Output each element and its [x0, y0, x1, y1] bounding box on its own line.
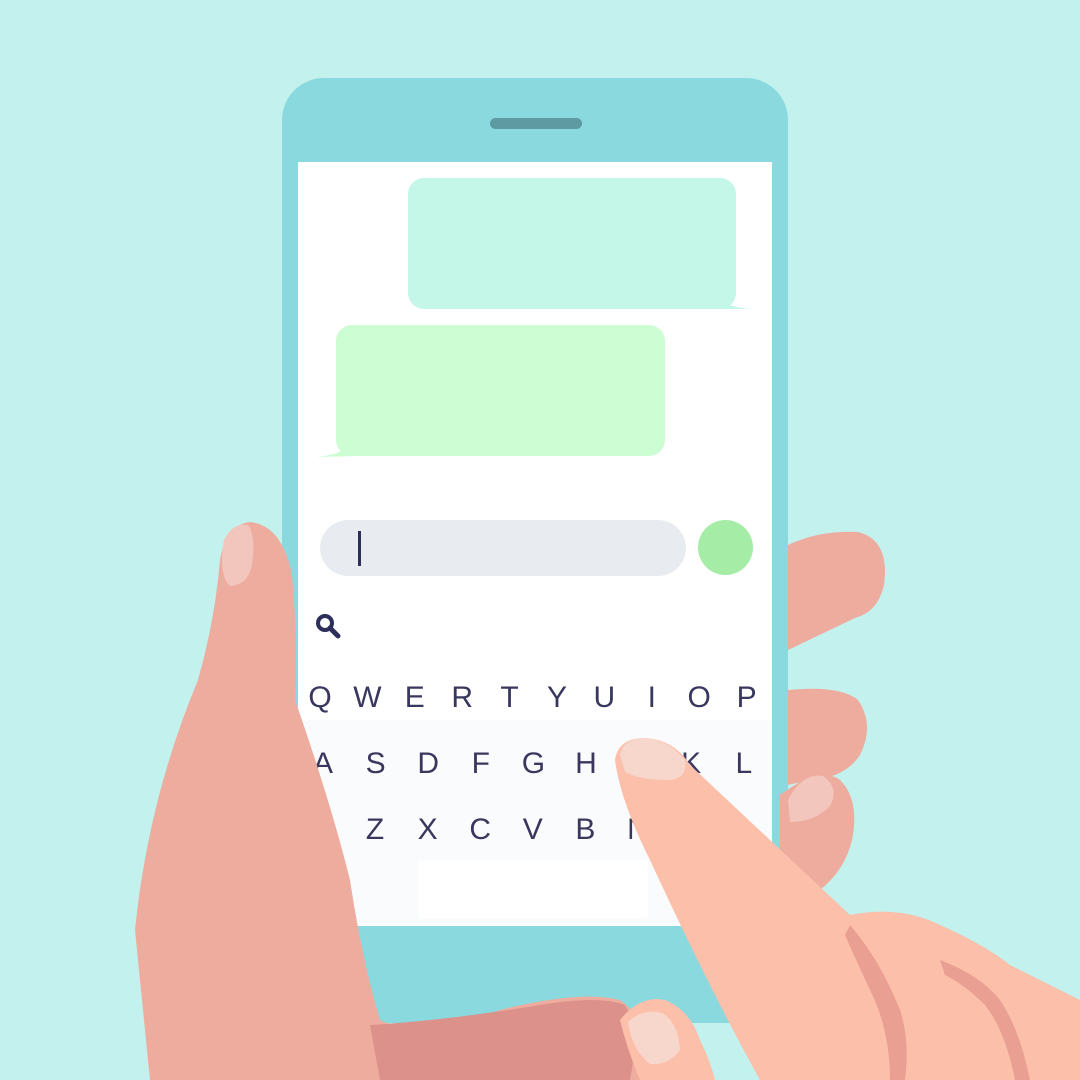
support-finger-3	[780, 775, 855, 905]
text-caret	[358, 531, 361, 566]
incoming-message-bubble	[336, 325, 665, 456]
key-s[interactable]: S	[350, 744, 402, 784]
key-v[interactable]: V	[507, 810, 559, 850]
search-icon[interactable]	[314, 612, 342, 640]
key-u[interactable]: U	[578, 678, 630, 718]
key-g[interactable]: G	[507, 744, 559, 784]
shift-up-arrow-icon[interactable]	[310, 866, 336, 894]
outgoing-bubble-tail	[718, 302, 754, 309]
key-d[interactable]: D	[402, 744, 454, 784]
key-b[interactable]: B	[559, 810, 611, 850]
key-c[interactable]: C	[454, 810, 506, 850]
key-f[interactable]: F	[455, 744, 507, 784]
key-k[interactable]: K	[665, 744, 717, 784]
message-input[interactable]	[320, 520, 686, 576]
phone-speaker	[490, 118, 582, 129]
key-a[interactable]: A	[298, 744, 349, 784]
key-x[interactable]: X	[402, 810, 454, 850]
key-q[interactable]: Q	[298, 678, 346, 718]
key-w[interactable]: W	[341, 678, 393, 718]
key-t[interactable]: T	[484, 678, 536, 718]
key-r[interactable]: R	[436, 678, 488, 718]
key-i[interactable]: I	[626, 678, 678, 718]
key-h[interactable]: H	[560, 744, 612, 784]
key-z[interactable]: Z	[349, 810, 401, 850]
send-button[interactable]	[698, 520, 753, 575]
space-bar[interactable]	[418, 860, 648, 918]
key-p[interactable]: P	[721, 678, 772, 718]
left-thumbnail	[222, 524, 254, 586]
chat-screen: . QWERTYUIOPASDFGHJKLZXCVBNM	[298, 162, 772, 926]
key-o[interactable]: O	[673, 678, 725, 718]
backspace-icon[interactable]	[734, 871, 758, 893]
key-j[interactable]: J	[613, 744, 665, 784]
support-fingernail	[788, 775, 834, 822]
key-l[interactable]: L	[718, 744, 770, 784]
support-finger-1	[788, 531, 885, 650]
key-m[interactable]: M	[665, 810, 717, 850]
right-hand-crease	[845, 925, 907, 1080]
phone: . QWERTYUIOPASDFGHJKLZXCVBNM	[282, 78, 788, 1023]
key-y[interactable]: Y	[531, 678, 583, 718]
keyboard: . QWERTYUIOPASDFGHJKLZXCVBNM	[298, 600, 772, 926]
key-e[interactable]: E	[389, 678, 441, 718]
support-finger-2	[788, 688, 868, 785]
key-n[interactable]: N	[612, 810, 664, 850]
right-hand-knuckle-line	[940, 960, 1030, 1080]
